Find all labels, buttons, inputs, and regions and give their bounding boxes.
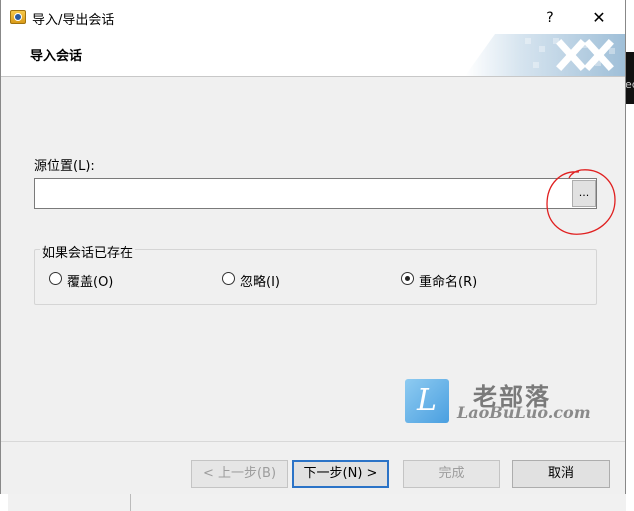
if-exists-group-title: 如果会话已存在 <box>40 242 136 261</box>
finish-button[interactable]: 完成 <box>403 460 500 488</box>
watermark-logo: L 老部落 LaoBuLuo.com <box>405 379 595 425</box>
source-location-input[interactable] <box>34 178 597 209</box>
radio-ignore-label[interactable]: 忽略(I) <box>240 271 280 290</box>
window-title: 导入/导出会话 <box>32 13 115 28</box>
next-button[interactable]: 下一步(N) > <box>292 460 389 488</box>
close-button[interactable]: ✕ <box>581 6 617 30</box>
wizard-header: 导入会话 <box>1 34 625 77</box>
header-decoration-graphic <box>465 34 625 76</box>
source-location-label: 源位置(L): <box>34 159 95 174</box>
footer-divider <box>1 441 625 442</box>
radio-rename-circle[interactable] <box>401 272 414 285</box>
page-title: 导入会话 <box>30 49 83 64</box>
browse-button[interactable]: ... <box>572 180 596 207</box>
title-bar: 导入/导出会话 ? ✕ <box>1 0 625 34</box>
back-button[interactable]: < 上一步(B) <box>191 460 288 488</box>
radio-overwrite-circle[interactable] <box>49 272 62 285</box>
watermark-badge: L <box>405 379 449 423</box>
radio-ignore-circle[interactable] <box>222 272 235 285</box>
radio-rename-label[interactable]: 重命名(R) <box>419 271 477 290</box>
background-app-bottom <box>8 494 626 511</box>
radio-overwrite-label[interactable]: 覆盖(O) <box>67 271 113 290</box>
app-folder-icon <box>10 10 26 24</box>
import-export-dialog: 导入/导出会话 ? ✕ 导入会话 源位置(L): ... 如果会话已存在 覆盖(… <box>0 0 626 494</box>
help-button[interactable]: ? <box>535 6 565 30</box>
watermark-english-text: LaoBuLuo.com <box>457 403 591 422</box>
background-app-right: ec <box>625 0 634 511</box>
cancel-button[interactable]: 取消 <box>512 460 610 488</box>
